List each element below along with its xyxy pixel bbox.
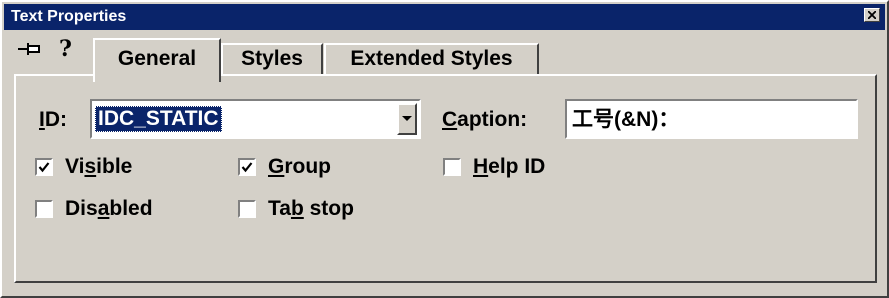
tab-general[interactable]: General [93,38,221,82]
close-icon [868,11,876,19]
general-tab-panel [14,74,877,283]
title-bar[interactable]: Text Properties [4,4,885,30]
window-title: Text Properties [11,8,127,25]
tab-styles[interactable]: Styles [221,43,323,75]
help-icon[interactable]: ? [59,37,72,61]
close-button[interactable] [864,8,880,22]
pushpin-icon[interactable] [18,42,44,56]
properties-window: Text Properties ? General Styles Extende… [0,0,889,298]
tab-extended-styles[interactable]: Extended Styles [324,43,539,75]
